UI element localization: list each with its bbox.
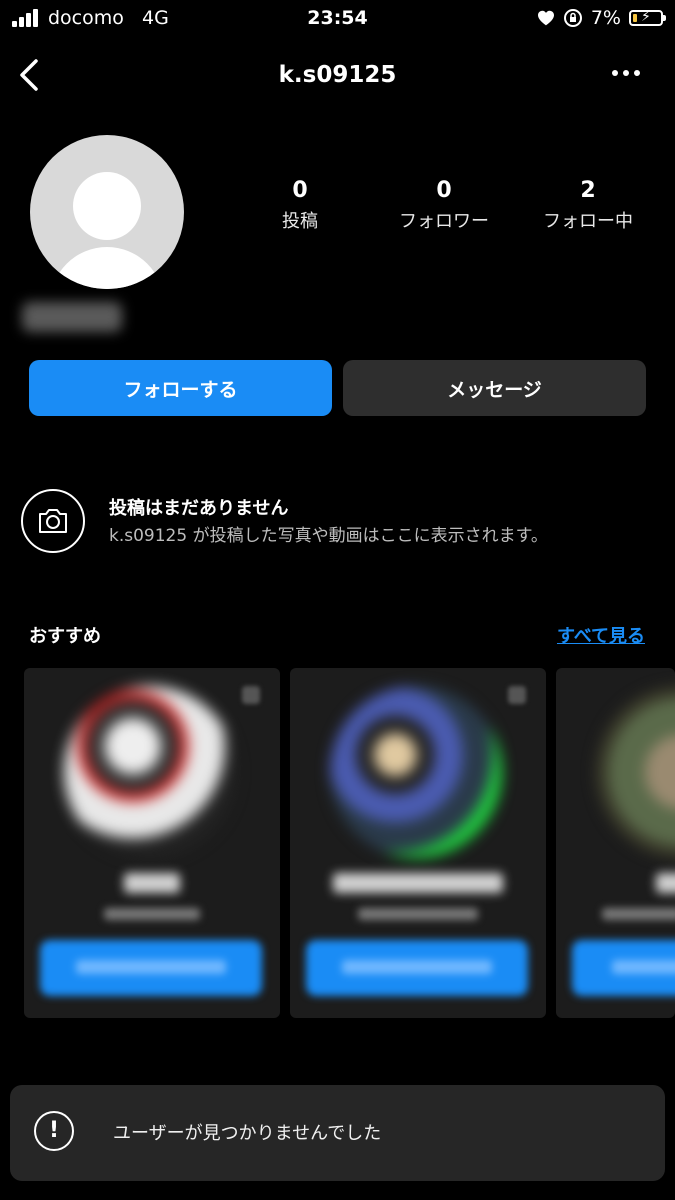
close-icon[interactable] <box>242 686 260 704</box>
battery-percent: 7% <box>590 7 621 29</box>
stat-followers[interactable]: 0 フォロワー <box>374 178 514 233</box>
stat-posts[interactable]: 0 投稿 <box>230 178 370 233</box>
blurred-display-name <box>22 302 122 332</box>
exclamation-circle-icon: ! <box>34 1111 74 1151</box>
stat-following-value: 2 <box>580 178 596 203</box>
suggestion-avatar <box>596 686 675 858</box>
suggestion-follow-button[interactable] <box>40 940 262 996</box>
stat-following[interactable]: 2 フォロー中 <box>518 178 658 233</box>
suggestion-card[interactable] <box>556 668 675 1018</box>
suggestions-title: おすすめ <box>29 626 101 647</box>
status-right: 7% ⚡ <box>537 7 666 29</box>
stat-followers-label: フォロワー <box>399 211 489 232</box>
see-all-link[interactable]: すべて見る <box>557 622 645 648</box>
battery-charging-icon: ⚡ <box>629 9 666 26</box>
error-toast: ! ユーザーが見つかりませんでした <box>10 1085 665 1181</box>
suggestion-follow-button[interactable] <box>306 940 528 996</box>
empty-posts-subtitle: k.s09125 が投稿した写真や動画はここに表示されます。 <box>109 526 548 546</box>
close-icon[interactable] <box>508 686 526 704</box>
toast-message: ユーザーが見つかりませんでした <box>113 1123 382 1144</box>
message-button[interactable]: メッセージ <box>343 360 646 416</box>
suggestion-follow-button[interactable] <box>572 940 675 996</box>
follow-button[interactable]: フォローする <box>29 360 332 416</box>
empty-posts-title: 投稿はまだありません <box>109 498 289 519</box>
suggestion-card[interactable] <box>24 668 280 1018</box>
stat-posts-value: 0 <box>292 178 308 203</box>
stat-posts-label: 投稿 <box>282 211 318 232</box>
suggestion-avatar <box>64 686 236 858</box>
avatar[interactable] <box>30 135 184 289</box>
avatar-head-silhouette <box>73 172 141 240</box>
rotation-lock-icon <box>563 9 582 27</box>
avatar-body-silhouette <box>50 247 164 289</box>
camera-icon <box>21 489 85 553</box>
profile-username-title: k.s09125 <box>278 62 397 88</box>
more-dots-icon[interactable] <box>611 68 641 78</box>
suggestion-card[interactable] <box>290 668 546 1018</box>
stat-followers-value: 0 <box>436 178 452 203</box>
heart-icon <box>537 10 554 26</box>
stat-following-label: フォロー中 <box>543 211 633 232</box>
status-bar: docomo 4G 23:54 7% ⚡ <box>0 0 675 40</box>
suggestion-avatar <box>330 686 502 858</box>
